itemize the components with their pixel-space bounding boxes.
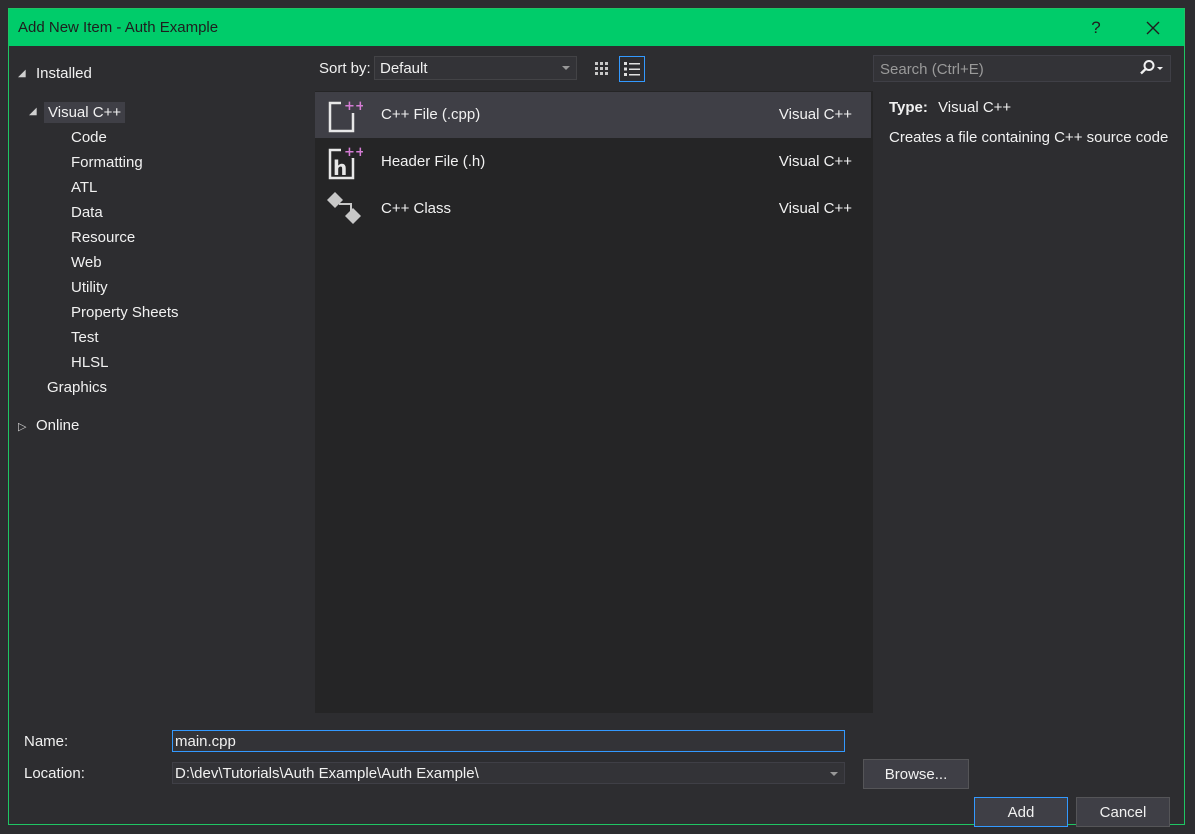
- type-value: Visual C++: [938, 99, 1012, 116]
- template-row[interactable]: ++ C++ File (.cpp) Visual C++: [315, 92, 871, 138]
- template-name: Header File (.h): [381, 153, 486, 170]
- search-box[interactable]: [873, 55, 1171, 82]
- tree-label-graphics: Graphics: [47, 379, 108, 396]
- tree-label: Web: [71, 254, 102, 271]
- add-button[interactable]: Add: [974, 797, 1068, 827]
- location-dropdown[interactable]: D:\dev\Tutorials\Auth Example\Auth Examp…: [172, 762, 845, 784]
- template-row[interactable]: C++ Class Visual C++: [315, 186, 871, 232]
- template-description: Creates a file containing C++ source cod…: [889, 129, 1169, 146]
- expanded-caret-icon[interactable]: ◢: [29, 106, 37, 117]
- tree-label: HLSL: [71, 354, 109, 371]
- template-name: C++ Class: [381, 200, 452, 217]
- tree-node-graphics[interactable]: Graphics: [47, 379, 107, 396]
- type-line: Type: Visual C++: [889, 99, 1011, 116]
- title-bar: Add New Item - Auth Example ?: [9, 9, 1184, 46]
- expanded-caret-icon[interactable]: ◢: [18, 68, 26, 79]
- close-button[interactable]: [1133, 9, 1173, 46]
- tree-label-online: Online: [36, 417, 80, 434]
- window-title: Add New Item - Auth Example: [18, 19, 219, 36]
- dropdown-arrow-icon: [830, 772, 838, 776]
- svg-text:++: ++: [344, 99, 363, 114]
- close-icon: [1146, 21, 1160, 34]
- search-input[interactable]: [878, 59, 1142, 80]
- sort-by-dropdown[interactable]: Default: [374, 56, 577, 80]
- tree-label: Data: [71, 204, 103, 221]
- tree-label: ATL: [71, 179, 98, 196]
- template-language: Visual C++: [778, 200, 852, 217]
- tree-node-code[interactable]: Code: [71, 129, 107, 146]
- template-list: ++ C++ File (.cpp) Visual C++ h ++ Heade…: [315, 91, 873, 713]
- add-new-item-dialog: Add New Item - Auth Example ? ◢ Installe…: [8, 8, 1185, 827]
- sort-by-label: Sort by:: [319, 60, 371, 77]
- bottom-form: Name: Location: D:\dev\Tutorials\Auth Ex…: [9, 717, 1184, 827]
- tree-label-visual-cpp: Visual C++: [44, 102, 126, 123]
- name-label: Name:: [24, 733, 69, 750]
- svg-text:++: ++: [344, 145, 363, 160]
- medium-icons-view-button[interactable]: [619, 56, 645, 82]
- template-language: Visual C++: [778, 153, 852, 170]
- tree-label: Property Sheets: [71, 304, 179, 321]
- toolbar: Sort by: Default: [314, 56, 874, 82]
- tree-label: Utility: [71, 279, 108, 296]
- template-category-tree: ◢ Installed ◢ Visual C++ Code Formatting A…: [9, 46, 309, 716]
- header-file-icon: h ++: [325, 143, 366, 181]
- type-key: Type:: [889, 99, 928, 116]
- browse-button[interactable]: Browse...: [863, 759, 969, 789]
- tree-node-test[interactable]: Test: [71, 329, 99, 346]
- template-row[interactable]: h ++ Header File (.h) Visual C++: [315, 139, 871, 185]
- tree-label: Formatting: [71, 154, 143, 171]
- dropdown-arrow-icon: [562, 66, 570, 70]
- tree-node-web[interactable]: Web: [71, 254, 102, 271]
- tree-node-resource[interactable]: Resource: [71, 229, 135, 246]
- tree-node-hlsl[interactable]: HLSL: [71, 354, 109, 371]
- grid-view-icon: [595, 62, 608, 75]
- tree-label: Test: [71, 329, 99, 346]
- cpp-class-icon: [325, 190, 363, 228]
- tree-node-formatting[interactable]: Formatting: [71, 154, 143, 171]
- cancel-button[interactable]: Cancel: [1076, 797, 1170, 827]
- tree-label: Code: [71, 129, 107, 146]
- tree-label-installed: Installed: [36, 65, 92, 82]
- list-view-icon: [624, 62, 640, 76]
- name-field[interactable]: [172, 730, 845, 752]
- tree-node-utility[interactable]: Utility: [71, 279, 108, 296]
- tree-label: Resource: [71, 229, 136, 246]
- tree-node-atl[interactable]: ATL: [71, 179, 97, 196]
- sort-by-value: Default: [380, 60, 428, 77]
- small-icons-view-button[interactable]: [589, 56, 615, 82]
- collapsed-caret-icon[interactable]: ▷: [18, 420, 26, 433]
- location-label: Location:: [24, 765, 85, 782]
- help-button[interactable]: ?: [1076, 9, 1116, 46]
- tree-node-data[interactable]: Data: [71, 204, 103, 221]
- cpp-file-icon: ++: [325, 96, 366, 134]
- tree-node-property-sheets[interactable]: Property Sheets: [71, 304, 179, 321]
- template-language: Visual C++: [778, 106, 852, 123]
- template-name: C++ File (.cpp): [381, 106, 481, 123]
- location-value: D:\dev\Tutorials\Auth Example\Auth Examp…: [175, 765, 479, 782]
- search-icon[interactable]: [1138, 59, 1164, 81]
